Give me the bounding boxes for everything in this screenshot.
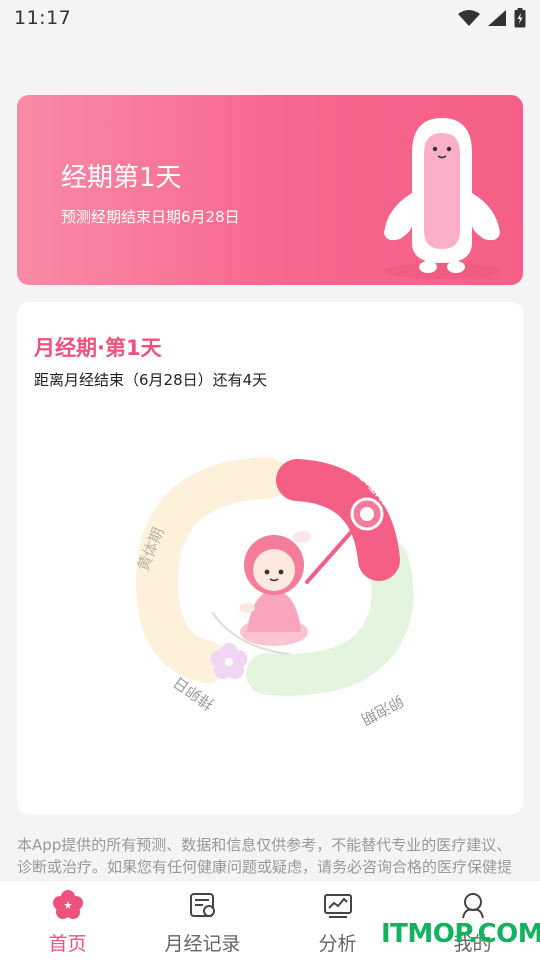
period-end-prediction: 预测经期结束日期6月28日 xyxy=(61,208,240,226)
tab-period-record-label: 月经记录 xyxy=(164,933,241,955)
status-bar: 11:17 xyxy=(0,0,540,36)
battery-icon xyxy=(514,8,526,28)
tab-home-label: 首页 xyxy=(48,933,87,955)
period-day-title: 经期第1天 xyxy=(61,163,182,193)
tab-home[interactable]: 首页 xyxy=(0,881,135,960)
status-time: 11:17 xyxy=(14,7,72,29)
cycle-phase-subtitle: 距离月经结束（6月28日）还有4天 xyxy=(34,371,268,389)
wifi-icon xyxy=(458,10,480,26)
mascot-illustration xyxy=(384,118,500,279)
period-status-card[interactable]: 经期第1天 预测经期结束日期6月28日 xyxy=(17,95,523,285)
girl-mascot-illustration xyxy=(239,531,311,646)
signal-icon xyxy=(488,10,506,26)
calendar-record-icon xyxy=(187,889,219,921)
chart-icon xyxy=(322,889,354,921)
cycle-wheel[interactable]: 月经期 黄体期 排卵日 卵泡期 xyxy=(117,442,447,732)
watermark-text: ITMOP.COM xyxy=(381,919,540,949)
cycle-phase-card[interactable]: 月经期·第1天 距离月经结束（6月28日）还有4天 月经期 黄体期 排卵日 卵泡… xyxy=(17,302,523,814)
flower-icon xyxy=(52,889,84,921)
cycle-phase-title: 月经期·第1天 xyxy=(34,336,162,360)
tab-period-record[interactable]: 月经记录 xyxy=(135,881,270,960)
tab-analysis-label: 分析 xyxy=(318,933,357,955)
follicular-phase-label: 卵泡期 xyxy=(358,691,406,728)
profile-icon xyxy=(457,889,489,921)
